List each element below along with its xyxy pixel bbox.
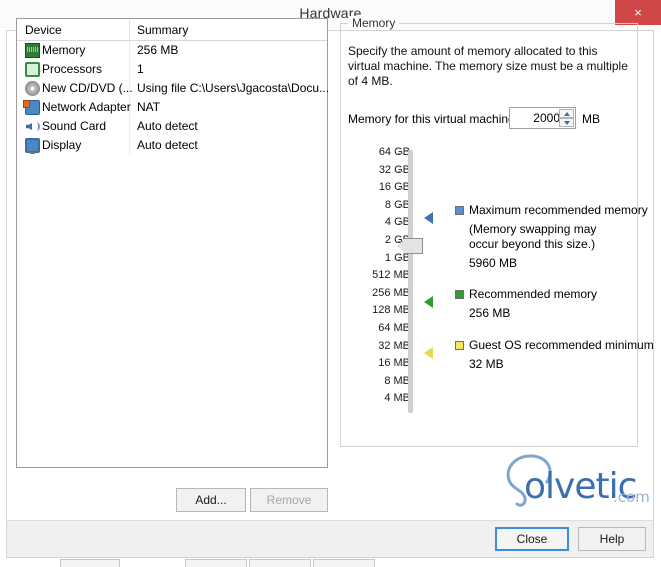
device-name: Memory — [42, 43, 86, 57]
legend-value: 256 MB — [469, 306, 511, 320]
processor-icon — [25, 62, 40, 77]
scale-tick — [398, 170, 403, 172]
scale-tick — [398, 399, 403, 401]
scale-label: 8 GB — [384, 198, 410, 211]
device-rows: Memory 256 MB Processors 1 New CD/DVD (... Us… — [17, 41, 330, 155]
legend-value: 32 MB — [469, 357, 504, 371]
device-summary: NAT — [137, 100, 161, 114]
scale-tick — [398, 346, 403, 348]
display-icon — [25, 138, 40, 154]
memory-value-stepper[interactable]: 2000 — [509, 107, 576, 129]
legend-swatch — [455, 290, 464, 299]
legend-title: Recommended memory — [469, 287, 598, 301]
window-close-button[interactable]: × — [615, 0, 661, 25]
taskbar-item[interactable] — [185, 559, 247, 567]
memory-field-label: Memory for this virtual machine: — [348, 112, 519, 126]
scale-tick — [398, 205, 403, 207]
scale-label: 4 MB — [384, 392, 410, 405]
scale-label: 32 MB — [378, 339, 410, 352]
device-row[interactable]: Display Auto detect — [17, 136, 327, 155]
memory-groupbox-title: Memory — [348, 16, 400, 30]
device-name: New CD/DVD (... — [42, 81, 133, 95]
device-row[interactable]: Sound Card Auto detect — [17, 117, 327, 136]
taskbar-item[interactable] — [313, 559, 375, 567]
scale-label: 4 GB — [384, 216, 410, 229]
scale-tick — [398, 258, 403, 260]
taskbar-item[interactable] — [60, 559, 120, 567]
memory-value-input[interactable]: 2000 — [512, 111, 560, 125]
scale-label: 32 GB — [378, 163, 410, 176]
stepper-down-icon[interactable] — [559, 118, 574, 127]
device-name: Network Adapter — [42, 100, 131, 114]
device-row[interactable]: Processors 1 — [17, 60, 327, 79]
device-summary: 256 MB — [137, 43, 179, 57]
legend-value: 5960 MB — [469, 256, 518, 270]
legend-title: Maximum recommended memory — [469, 203, 648, 217]
remove-device-button[interactable]: Remove — [250, 488, 328, 512]
scale-label: 64 MB — [378, 322, 410, 334]
header-separator — [129, 20, 130, 40]
scale-tick — [398, 329, 403, 330]
device-summary: Auto detect — [137, 138, 198, 152]
taskbar-item[interactable] — [249, 559, 311, 567]
scale-label: 256 MB — [372, 286, 410, 299]
scale-label: 128 MB — [372, 304, 410, 317]
legend-swatch — [455, 341, 464, 350]
device-list-panel[interactable]: Device Summary Memory 256 MB Processors 1 Ne… — [16, 18, 330, 468]
row-separator — [129, 117, 130, 136]
memory-unit-label: MB — [582, 112, 600, 126]
add-device-button[interactable]: Add... — [176, 488, 246, 512]
row-separator — [129, 60, 130, 79]
scale-tick — [398, 293, 403, 295]
legend-pointer-icon — [424, 347, 433, 359]
taskbar-strip — [0, 558, 661, 567]
scale-label: 64 GB — [378, 146, 410, 158]
memory-slider-track[interactable] — [408, 150, 413, 413]
device-summary: 1 — [137, 62, 144, 76]
scale-label: 1 GB — [384, 251, 410, 264]
memory-description: Specify the amount of memory allocated t… — [348, 44, 628, 88]
scale-tick — [398, 381, 403, 383]
stepper-up-icon[interactable] — [559, 109, 574, 118]
scale-label: 16 GB — [378, 181, 410, 194]
device-row[interactable]: Memory 256 MB — [17, 41, 327, 60]
sound-card-icon — [25, 119, 40, 134]
device-summary: Auto detect — [137, 119, 198, 133]
device-summary: Using file C:\Users\Jgacosta\Docu... — [137, 81, 330, 95]
column-header-summary: Summary — [137, 23, 189, 37]
column-header-device: Device — [25, 23, 62, 37]
scale-tick — [398, 188, 403, 190]
scale-tick — [398, 241, 403, 242]
scale-tick — [398, 276, 403, 278]
device-name: Display — [42, 138, 82, 152]
row-separator — [129, 136, 130, 155]
close-button[interactable]: Close — [495, 527, 569, 551]
scale-label: 16 MB — [378, 357, 410, 370]
device-name: Processors — [42, 62, 103, 76]
scale-label: 512 MB — [372, 269, 410, 282]
cd-dvd-icon — [25, 81, 40, 96]
device-row[interactable]: Network Adapter NAT — [17, 98, 327, 117]
scale-tick — [398, 153, 403, 154]
scale-tick — [398, 311, 403, 313]
legend-swatch — [455, 206, 464, 215]
stepper-buttons[interactable] — [559, 109, 574, 127]
scale-label: 8 MB — [384, 374, 410, 387]
device-list-header: Device Summary — [17, 19, 327, 41]
device-name: Sound Card — [42, 119, 107, 133]
device-row[interactable]: New CD/DVD (... Using file C:\Users\Jgaco… — [17, 79, 330, 98]
row-separator — [129, 41, 130, 60]
memory-icon — [25, 43, 40, 58]
legend-pointer-icon — [424, 212, 433, 224]
help-button[interactable]: Help — [578, 527, 646, 551]
legend-pointer-icon — [424, 296, 433, 308]
scale-tick — [398, 223, 403, 225]
legend-title: Guest OS recommended minimum — [469, 338, 654, 352]
legend-note: (Memory swapping may occur beyond this s… — [469, 222, 597, 251]
network-adapter-icon — [23, 100, 40, 115]
scale-tick — [398, 364, 403, 366]
